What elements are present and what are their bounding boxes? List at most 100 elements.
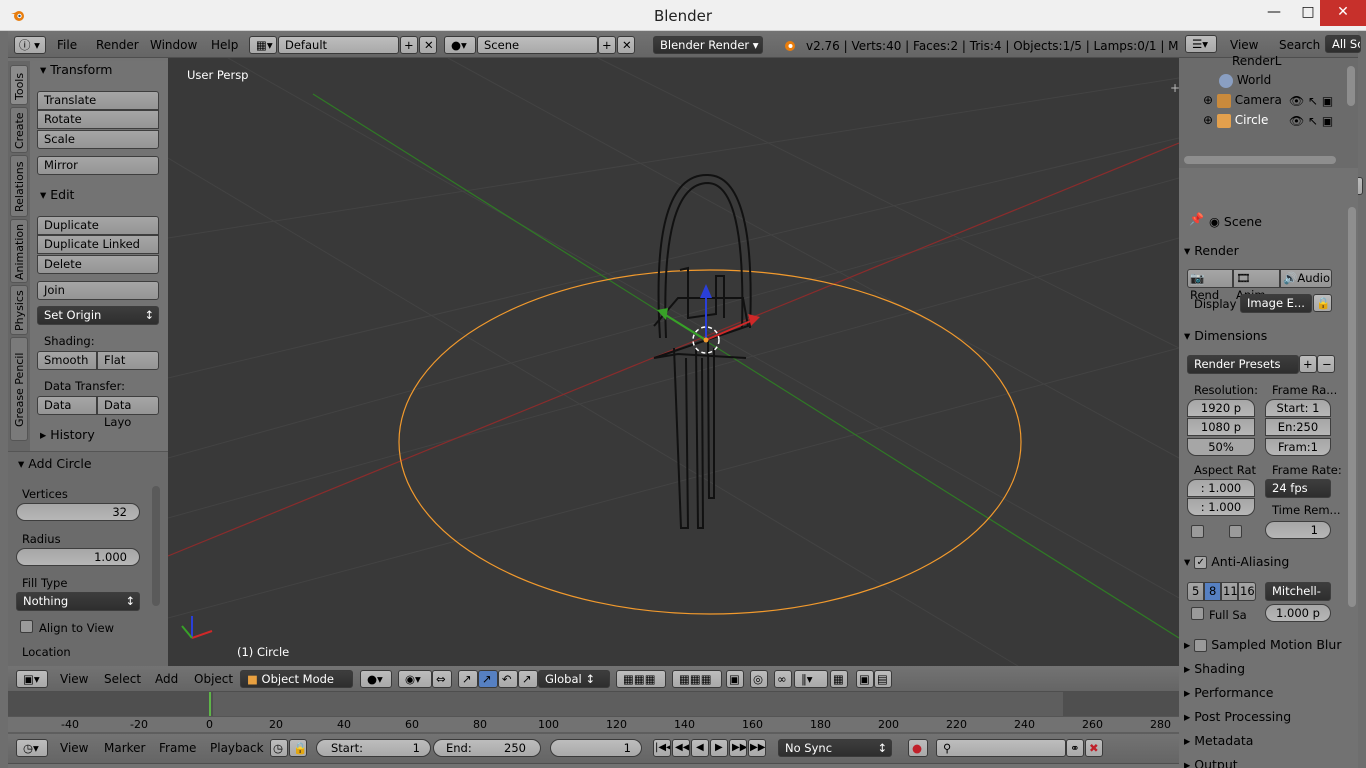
jump-end-icon[interactable]: ▶▶|: [748, 739, 766, 757]
resolution-y-field[interactable]: 1080 p: [1187, 418, 1255, 436]
render-presets-select[interactable]: Render Presets: [1187, 355, 1299, 374]
add-circle-panel-header[interactable]: ▾ Add Circle: [18, 456, 92, 471]
properties-editor[interactable]: 📌 ◉ Scene ▾ Render 📷Rend 🎞Anim 🔊Audio Di…: [1179, 173, 1358, 768]
render-button[interactable]: 📷Rend: [1187, 269, 1233, 302]
render-engine-select[interactable]: Blender Render ▾: [653, 36, 763, 54]
display-select[interactable]: Image E...: [1240, 294, 1312, 313]
current-frame-marker[interactable]: [209, 692, 211, 716]
record-icon[interactable]: ●: [908, 739, 928, 757]
lock-layers-icon[interactable]: ▣: [726, 670, 744, 688]
outliner-scrollbar-h[interactable]: [1184, 156, 1336, 164]
border-checkbox[interactable]: [1191, 525, 1204, 538]
rotate-button[interactable]: Rotate: [37, 110, 159, 129]
close-button[interactable]: ✕: [1320, 0, 1366, 26]
flat-button[interactable]: Flat: [97, 351, 159, 370]
data-button[interactable]: Data: [37, 396, 97, 415]
frame-rate-select[interactable]: 24 fps: [1265, 479, 1331, 498]
remove-layout-button[interactable]: ✕: [419, 36, 437, 54]
performance-panel-header[interactable]: ▸ Performance: [1184, 685, 1347, 700]
outliner-display-filter[interactable]: All Sc: [1325, 35, 1361, 53]
duplicate-linked-button[interactable]: Duplicate Linked: [37, 235, 159, 254]
current-frame-field[interactable]: 1: [550, 739, 642, 757]
scene-icon[interactable]: ●▾: [444, 36, 476, 54]
time-remap-field[interactable]: 1: [1265, 521, 1331, 539]
layout-selector[interactable]: Default: [278, 36, 399, 54]
tab-physics[interactable]: Physics: [10, 285, 28, 335]
pivot-point-select[interactable]: ◉▾: [398, 670, 432, 688]
menu-playback[interactable]: Playback: [210, 741, 264, 755]
play-reverse-icon[interactable]: ◀: [691, 739, 709, 757]
properties-scrollbar[interactable]: [1348, 207, 1356, 607]
selected-circle-object[interactable]: [398, 269, 1022, 615]
outliner-scrollbar-v[interactable]: [1347, 66, 1355, 106]
remove-preset-button[interactable]: −: [1317, 355, 1335, 373]
mirror-button[interactable]: Mirror: [37, 156, 159, 175]
animation-button[interactable]: 🎞Anim: [1233, 269, 1280, 302]
pin-icon[interactable]: 📌: [1189, 212, 1204, 226]
aa-filter-select[interactable]: Mitchell-: [1265, 582, 1331, 601]
menu-file[interactable]: File: [57, 38, 77, 52]
lock-interface-icon[interactable]: 🔒: [1313, 294, 1332, 312]
manipulator-toggle-icon[interactable]: ⇔: [432, 670, 452, 688]
editor-type-outliner-icon[interactable]: ☰▾: [1185, 35, 1217, 53]
menu-add[interactable]: Add: [155, 672, 178, 686]
anti-aliasing-checkbox[interactable]: ✓: [1194, 556, 1208, 569]
operator-scrollbar[interactable]: [152, 486, 160, 606]
set-origin-select[interactable]: Set Origin ↕: [37, 306, 159, 325]
tab-grease-pencil[interactable]: Grease Pencil: [10, 337, 28, 441]
3d-viewport[interactable]: + User Persp (1) Circle: [168, 58, 1179, 666]
align-to-view-checkbox[interactable]: [20, 620, 33, 633]
add-preset-button[interactable]: +: [1299, 355, 1317, 373]
delete-keyframe-icon[interactable]: ✖: [1085, 739, 1103, 757]
outliner-item-renderlayers[interactable]: RenderL: [1232, 54, 1281, 68]
fill-type-select[interactable]: Nothing ↕: [16, 592, 140, 611]
menu-search[interactable]: Search: [1279, 38, 1320, 52]
circle-visibility-icons[interactable]: 👁 ↖ ▣: [1289, 114, 1333, 128]
transform-orientation-select[interactable]: Global ↕: [538, 670, 610, 688]
start-frame-field[interactable]: Start: 1: [316, 739, 431, 757]
menu-window[interactable]: Window: [150, 38, 197, 52]
render-camera-icon[interactable]: ▣: [856, 670, 874, 688]
jump-keyframe-forward-icon[interactable]: ▶▶: [729, 739, 747, 757]
menu-view[interactable]: View: [60, 741, 88, 755]
outliner[interactable]: RenderL World ⊕ Camera ⊕ Circle 👁 ↖ ▣ 👁 …: [1179, 54, 1358, 168]
resolution-x-field[interactable]: 1920 p: [1187, 399, 1255, 417]
use-preview-range-icon[interactable]: ◷: [270, 739, 288, 757]
frame-end-field[interactable]: En:250: [1265, 418, 1331, 436]
tab-animation[interactable]: Animation: [10, 219, 28, 283]
crop-checkbox[interactable]: [1229, 525, 1242, 538]
timeline-ruler[interactable]: -40 -20 0 20 40 60 80 100 120 140 160 18…: [8, 716, 1179, 732]
viewport-plus-icon[interactable]: +: [1170, 81, 1179, 95]
render-panel-header[interactable]: ▾ Render: [1184, 243, 1347, 258]
viewport-shading-select[interactable]: ●▾: [360, 670, 392, 688]
sync-mode-select[interactable]: No Sync ↕: [778, 739, 892, 757]
jump-keyframe-back-icon[interactable]: ◀◀: [672, 739, 690, 757]
aa-samples-5[interactable]: 5: [1187, 582, 1204, 601]
data-layout-button[interactable]: Data Layo: [97, 396, 159, 429]
keying-set-field[interactable]: ⚲: [936, 739, 1066, 757]
motion-blur-checkbox[interactable]: [1194, 639, 1208, 652]
rotate-manipulator-icon[interactable]: ↗: [478, 670, 498, 688]
x-gizmo-arrow[interactable]: [705, 319, 754, 341]
join-button[interactable]: Join: [37, 281, 159, 300]
layers-grid-1[interactable]: ▦▦▦: [616, 670, 666, 688]
aspect-y-field[interactable]: : 1.000: [1187, 498, 1255, 516]
tab-create[interactable]: Create: [10, 107, 28, 153]
mode-select[interactable]: ■ Object Mode: [240, 670, 353, 688]
add-scene-button[interactable]: +: [598, 36, 616, 54]
radius-field[interactable]: 1.000: [16, 548, 140, 566]
editor-type-3d-icon[interactable]: ▣▾: [16, 670, 48, 688]
aa-samples-16[interactable]: 16: [1238, 582, 1256, 601]
menu-help[interactable]: Help: [211, 38, 238, 52]
frame-start-field[interactable]: Start: 1: [1265, 399, 1331, 417]
delete-button[interactable]: Delete: [37, 255, 159, 274]
outliner-item-world[interactable]: World: [1219, 73, 1271, 88]
layout-grid-icon[interactable]: ▦▾: [249, 36, 277, 54]
camera-visibility-icons[interactable]: 👁 ↖ ▣: [1289, 94, 1333, 108]
proportional-edit-icon[interactable]: ◎: [750, 670, 768, 688]
aa-samples-8[interactable]: 8: [1204, 582, 1221, 601]
menu-render[interactable]: Render: [96, 38, 139, 52]
aspect-x-field[interactable]: : 1.000: [1187, 479, 1255, 497]
scene-selector[interactable]: Scene: [477, 36, 598, 54]
tab-relations[interactable]: Relations: [10, 155, 28, 217]
